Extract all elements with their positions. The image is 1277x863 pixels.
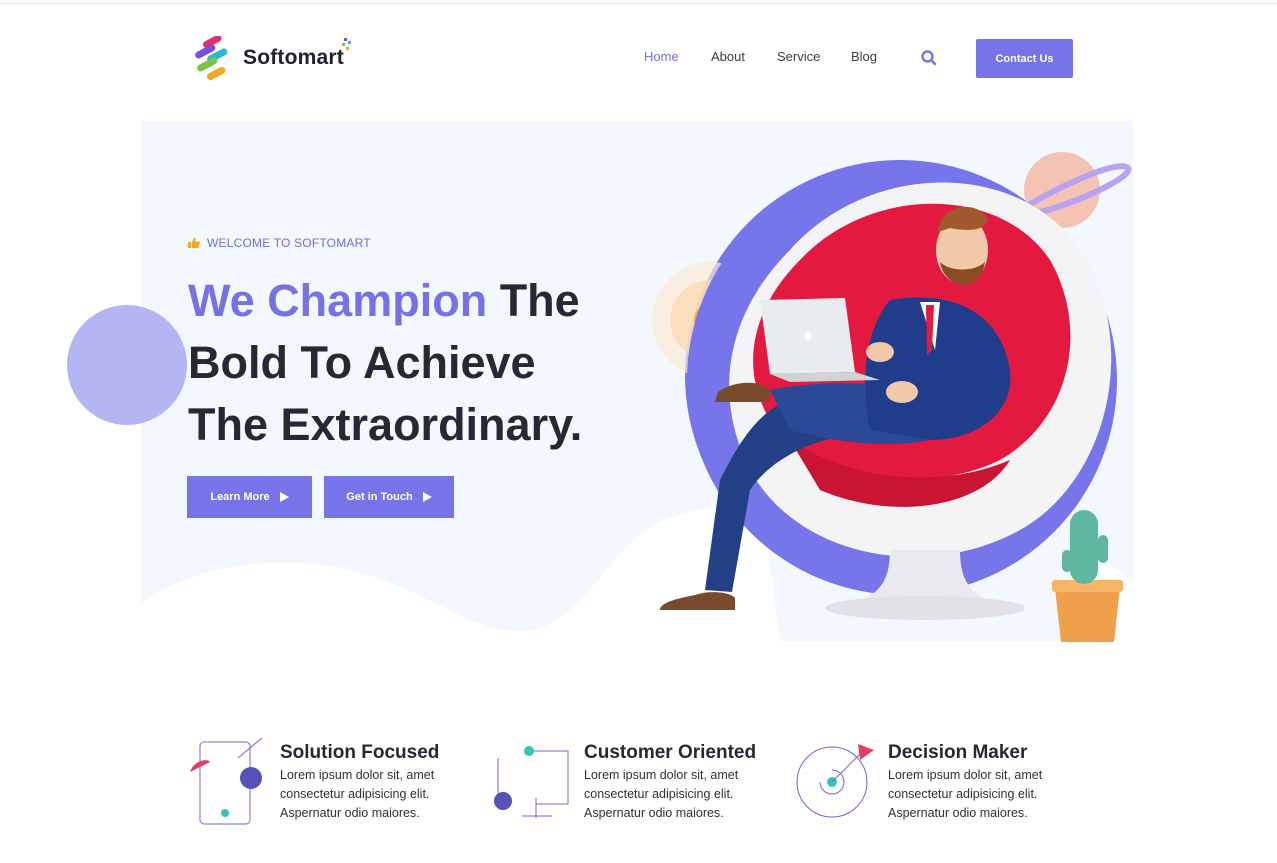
feature-title: Decision Maker <box>888 742 1028 763</box>
headline-accent: We Champion <box>188 275 488 326</box>
search-icon[interactable] <box>920 49 938 67</box>
sparkle-icon <box>342 38 351 50</box>
target-icon <box>796 744 874 818</box>
nav-service[interactable]: Service <box>777 49 820 64</box>
feature-title: Customer Oriented <box>584 742 757 763</box>
feature-title: Solution Focused <box>280 742 440 763</box>
learn-more-button[interactable]: Learn More <box>187 476 312 518</box>
top-divider <box>0 3 1277 4</box>
welcome-tagline: WELCOME TO SOFTOMART <box>188 236 371 250</box>
get-in-touch-label: Get in Touch <box>346 491 413 503</box>
contact-us-button[interactable]: Contact Us <box>976 39 1073 78</box>
logo-icon <box>195 36 228 80</box>
feature-description: Lorem ipsum dolor sit, amet consectetur … <box>888 768 1043 820</box>
network-icon <box>494 746 569 818</box>
hero-illustration <box>652 152 1132 642</box>
brand-logo[interactable]: Softomart <box>192 36 344 80</box>
hero-headline: We Champion The Bold To Achieve The Extr… <box>188 270 628 456</box>
learn-more-label: Learn More <box>210 491 270 503</box>
nav-home[interactable]: Home <box>644 49 679 64</box>
puzzle-icon <box>190 738 263 825</box>
play-icon <box>422 492 432 502</box>
welcome-text: WELCOME TO SOFTOMART <box>207 236 371 250</box>
feature-description: Lorem ipsum dolor sit, amet consectetur … <box>584 768 739 820</box>
nav-about[interactable]: About <box>711 49 745 64</box>
feature-description: Lorem ipsum dolor sit, amet consectetur … <box>280 768 435 820</box>
feature-customer-oriented: Customer Oriented Lorem ipsum dolor sit,… <box>492 738 772 838</box>
get-in-touch-button[interactable]: Get in Touch <box>324 476 454 518</box>
feature-decision-maker: Decision Maker Lorem ipsum dolor sit, am… <box>796 738 1076 838</box>
decorative-circle <box>67 305 187 425</box>
nav-blog[interactable]: Blog <box>851 49 877 64</box>
thumbs-up-icon <box>188 237 200 248</box>
play-icon <box>279 492 289 502</box>
feature-solution-focused: Solution Focused Lorem ipsum dolor sit, … <box>188 738 468 838</box>
brand-name: Softomart <box>243 46 344 69</box>
